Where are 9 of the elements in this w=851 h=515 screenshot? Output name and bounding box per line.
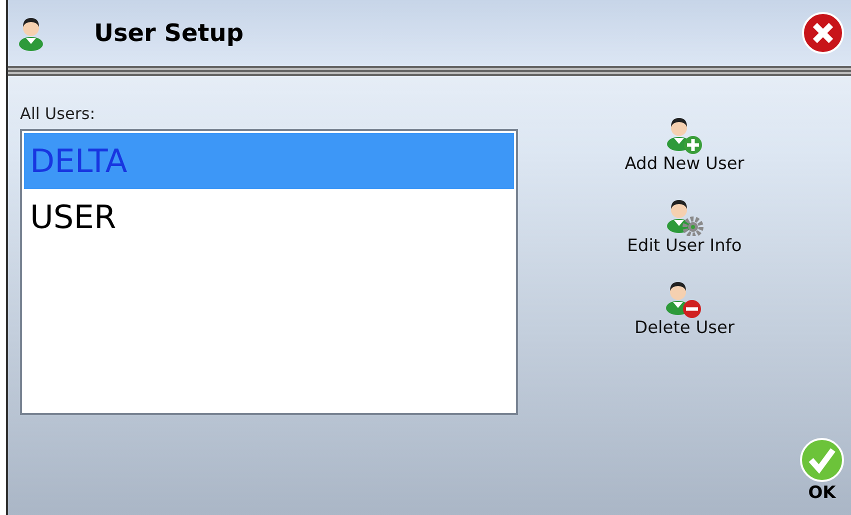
add-user-button[interactable]: Add New User bbox=[624, 114, 744, 174]
list-label: All Users: bbox=[20, 104, 96, 123]
delete-user-button[interactable]: Delete User bbox=[634, 278, 734, 338]
edit-user-button[interactable]: Edit User Info bbox=[627, 196, 742, 256]
ok-button[interactable]: OK bbox=[799, 437, 845, 503]
close-icon[interactable] bbox=[801, 11, 845, 55]
window-title: User Setup bbox=[94, 19, 245, 47]
checkmark-icon bbox=[799, 437, 845, 483]
user-list-item[interactable]: USER bbox=[24, 189, 514, 245]
